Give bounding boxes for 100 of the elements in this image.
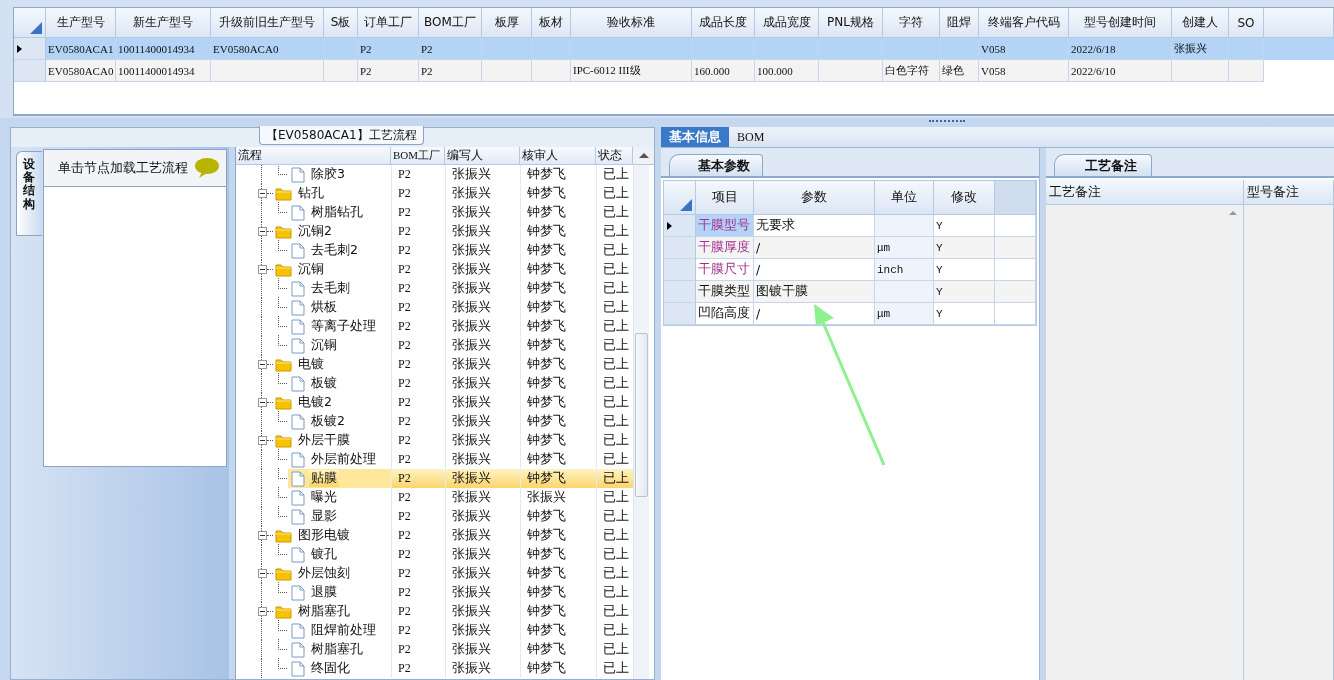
tree-node-label: 等离子处理 [310, 318, 377, 335]
tree-row[interactable]: 去毛刺 P2 张振兴 钟梦飞 已上 [236, 279, 633, 298]
tree-row[interactable]: 等离子处理 P2 张振兴 钟梦飞 已上 [236, 317, 633, 336]
tree-row[interactable]: 沉铜 P2 张振兴 钟梦飞 已上 [236, 260, 633, 279]
tree-row[interactable]: 树脂钻孔 P2 张振兴 钟梦飞 已上 [236, 203, 633, 222]
collapse-icon[interactable] [258, 531, 267, 540]
table-row[interactable]: 干膜型号 无要求 Y [664, 215, 1036, 237]
table-cell: P2 [398, 376, 411, 391]
document-icon [291, 337, 305, 354]
tree-row[interactable]: 电镀2 P2 张振兴 钟梦飞 已上 [236, 393, 633, 412]
table-cell: P2 [360, 64, 372, 77]
table-cell: 已上 [603, 451, 629, 468]
table-cell: P2 [398, 433, 411, 448]
tree-row[interactable]: 图形电镀 P2 张振兴 钟梦飞 已上 [236, 526, 633, 545]
tree-row[interactable]: 沉铜 P2 张振兴 钟梦飞 已上 [236, 336, 633, 355]
collapse-icon[interactable] [258, 569, 267, 578]
collapse-icon[interactable] [258, 227, 267, 236]
table-cell: P2 [398, 642, 411, 657]
corner-cell [14, 8, 46, 38]
table-cell: 已上 [603, 565, 629, 582]
tree-node-label: 树脂钻孔 [310, 204, 364, 221]
tree-row[interactable]: 阻焊前处理 P2 张振兴 钟梦飞 已上 [236, 621, 633, 640]
table-row[interactable]: 干膜厚度 / μm Y [664, 237, 1036, 259]
collapse-icon[interactable] [258, 265, 267, 274]
column-header[interactable]: 型号备注 [1244, 180, 1334, 204]
tree-node-label: 图形电镀 [297, 527, 351, 544]
tree-row[interactable]: 外层干膜 P2 张振兴 钟梦飞 已上 [236, 431, 633, 450]
table-cell: 钟梦飞 [527, 375, 566, 392]
side-tab[interactable]: 设备结构 [16, 151, 42, 236]
tree-row[interactable]: 去毛刺2 P2 张振兴 钟梦飞 已上 [236, 241, 633, 260]
collapse-icon[interactable] [258, 398, 267, 407]
table-row[interactable]: 凹陷高度 / μm Y [664, 303, 1036, 325]
tree-row[interactable]: 镀孔 P2 张振兴 钟梦飞 已上 [236, 545, 633, 564]
table-cell: P2 [398, 281, 411, 296]
speech-bubble-icon [194, 157, 220, 179]
table-cell: P2 [398, 528, 411, 543]
splitter-handle[interactable] [929, 120, 965, 125]
tree-row[interactable]: 显影 P2 张振兴 钟梦飞 已上 [236, 507, 633, 526]
row-header[interactable] [664, 215, 696, 237]
table-cell: 张振兴 [452, 432, 491, 449]
column-header[interactable]: BOM工厂 [391, 147, 445, 164]
section-tab[interactable]: 基本参数 [669, 154, 763, 176]
table-cell: μm [875, 237, 934, 259]
table-cell: 2022/6/10 [1071, 64, 1116, 77]
table-cell: 张振兴 [452, 375, 491, 392]
table-row[interactable]: 干膜尺寸 / inch Y [664, 259, 1036, 281]
tab[interactable]: BOM [729, 127, 773, 147]
tree-node-label: 除胶3 [310, 166, 346, 183]
current-row-icon [667, 221, 672, 230]
table-cell: 钟梦飞 [527, 603, 566, 620]
table-cell: 钟梦飞 [527, 641, 566, 658]
column-header[interactable]: 工艺备注 [1046, 180, 1244, 204]
table-cell: P2 [398, 338, 411, 353]
table-cell: 钟梦飞 [527, 584, 566, 601]
tree-row[interactable]: 烘板 P2 张振兴 钟梦飞 已上 [236, 298, 633, 317]
table-cell: 钟梦飞 [527, 622, 566, 639]
column-header[interactable]: 流程 [236, 147, 391, 164]
tree-row[interactable]: 钻孔 P2 张振兴 钟梦飞 已上 [236, 184, 633, 203]
table-cell: / [754, 303, 875, 325]
tree-row[interactable]: 曝光 P2 张振兴 张振兴 已上 [236, 488, 633, 507]
column-header[interactable]: 核审人 [520, 147, 596, 164]
tree-row[interactable]: 电镀 P2 张振兴 钟梦飞 已上 [236, 355, 633, 374]
tree-row[interactable]: 树脂塞孔 P2 张振兴 钟梦飞 已上 [236, 602, 633, 621]
collapse-icon[interactable] [258, 360, 267, 369]
table-cell: 张振兴 [452, 204, 491, 221]
table-cell: 绿色 [942, 63, 964, 78]
table-cell: 已上 [603, 394, 629, 411]
table-cell: 已上 [603, 204, 629, 221]
tree-row[interactable]: 沉铜2 P2 张振兴 钟梦飞 已上 [236, 222, 633, 241]
folder-icon [275, 528, 292, 543]
table-cell: 钟梦飞 [527, 299, 566, 316]
scrollbar-thumb[interactable] [635, 333, 648, 497]
collapse-icon[interactable] [258, 436, 267, 445]
table-cell: 张振兴 [1174, 41, 1207, 56]
scroll-up-icon[interactable] [638, 153, 649, 158]
table-cell: 已上 [603, 432, 629, 449]
table-row[interactable]: EV0580ACA0 10011400014934 P2 P2 IPC-6012 III级 160.000 100.000 白色字符 绿色 V058 2022/6/10 [14, 60, 1334, 82]
tree-row[interactable]: 板镀 P2 张振兴 钟梦飞 已上 [236, 374, 633, 393]
section-tab[interactable]: 工艺备注 [1054, 154, 1152, 176]
table-cell: 已上 [603, 185, 629, 202]
table-cell: 已上 [603, 242, 629, 259]
tree-row[interactable]: 板镀2 P2 张振兴 钟梦飞 已上 [236, 412, 633, 431]
column-header[interactable]: 编写人 [445, 147, 520, 164]
table-cell: 已上 [603, 489, 629, 506]
tree-row[interactable]: 退膜 P2 张振兴 钟梦飞 已上 [236, 583, 633, 602]
tree-row[interactable]: 树脂塞孔 P2 张振兴 钟梦飞 已上 [236, 640, 633, 659]
tree-row[interactable]: 外层蚀刻 P2 张振兴 钟梦飞 已上 [236, 564, 633, 583]
tree-row[interactable]: 除胶3 P2 张振兴 钟梦飞 已上 [236, 165, 633, 184]
tree-node-label: 贴膜 [309, 470, 339, 487]
tab[interactable]: 基本信息 [661, 127, 729, 147]
tree-row[interactable]: 终固化 P2 张振兴 钟梦飞 已上 [236, 659, 633, 678]
collapse-icon[interactable] [258, 189, 267, 198]
table-cell: 已上 [603, 603, 629, 620]
collapse-icon[interactable] [258, 607, 267, 616]
document-icon [291, 622, 305, 639]
table-cell: 钟梦飞 [527, 470, 566, 487]
table-cell: 干膜尺寸 [696, 259, 754, 281]
table-cell: 张振兴 [452, 565, 491, 582]
table-cell [995, 259, 1036, 281]
table-row[interactable]: 干膜类型 图镀干膜 Y [664, 281, 1036, 303]
